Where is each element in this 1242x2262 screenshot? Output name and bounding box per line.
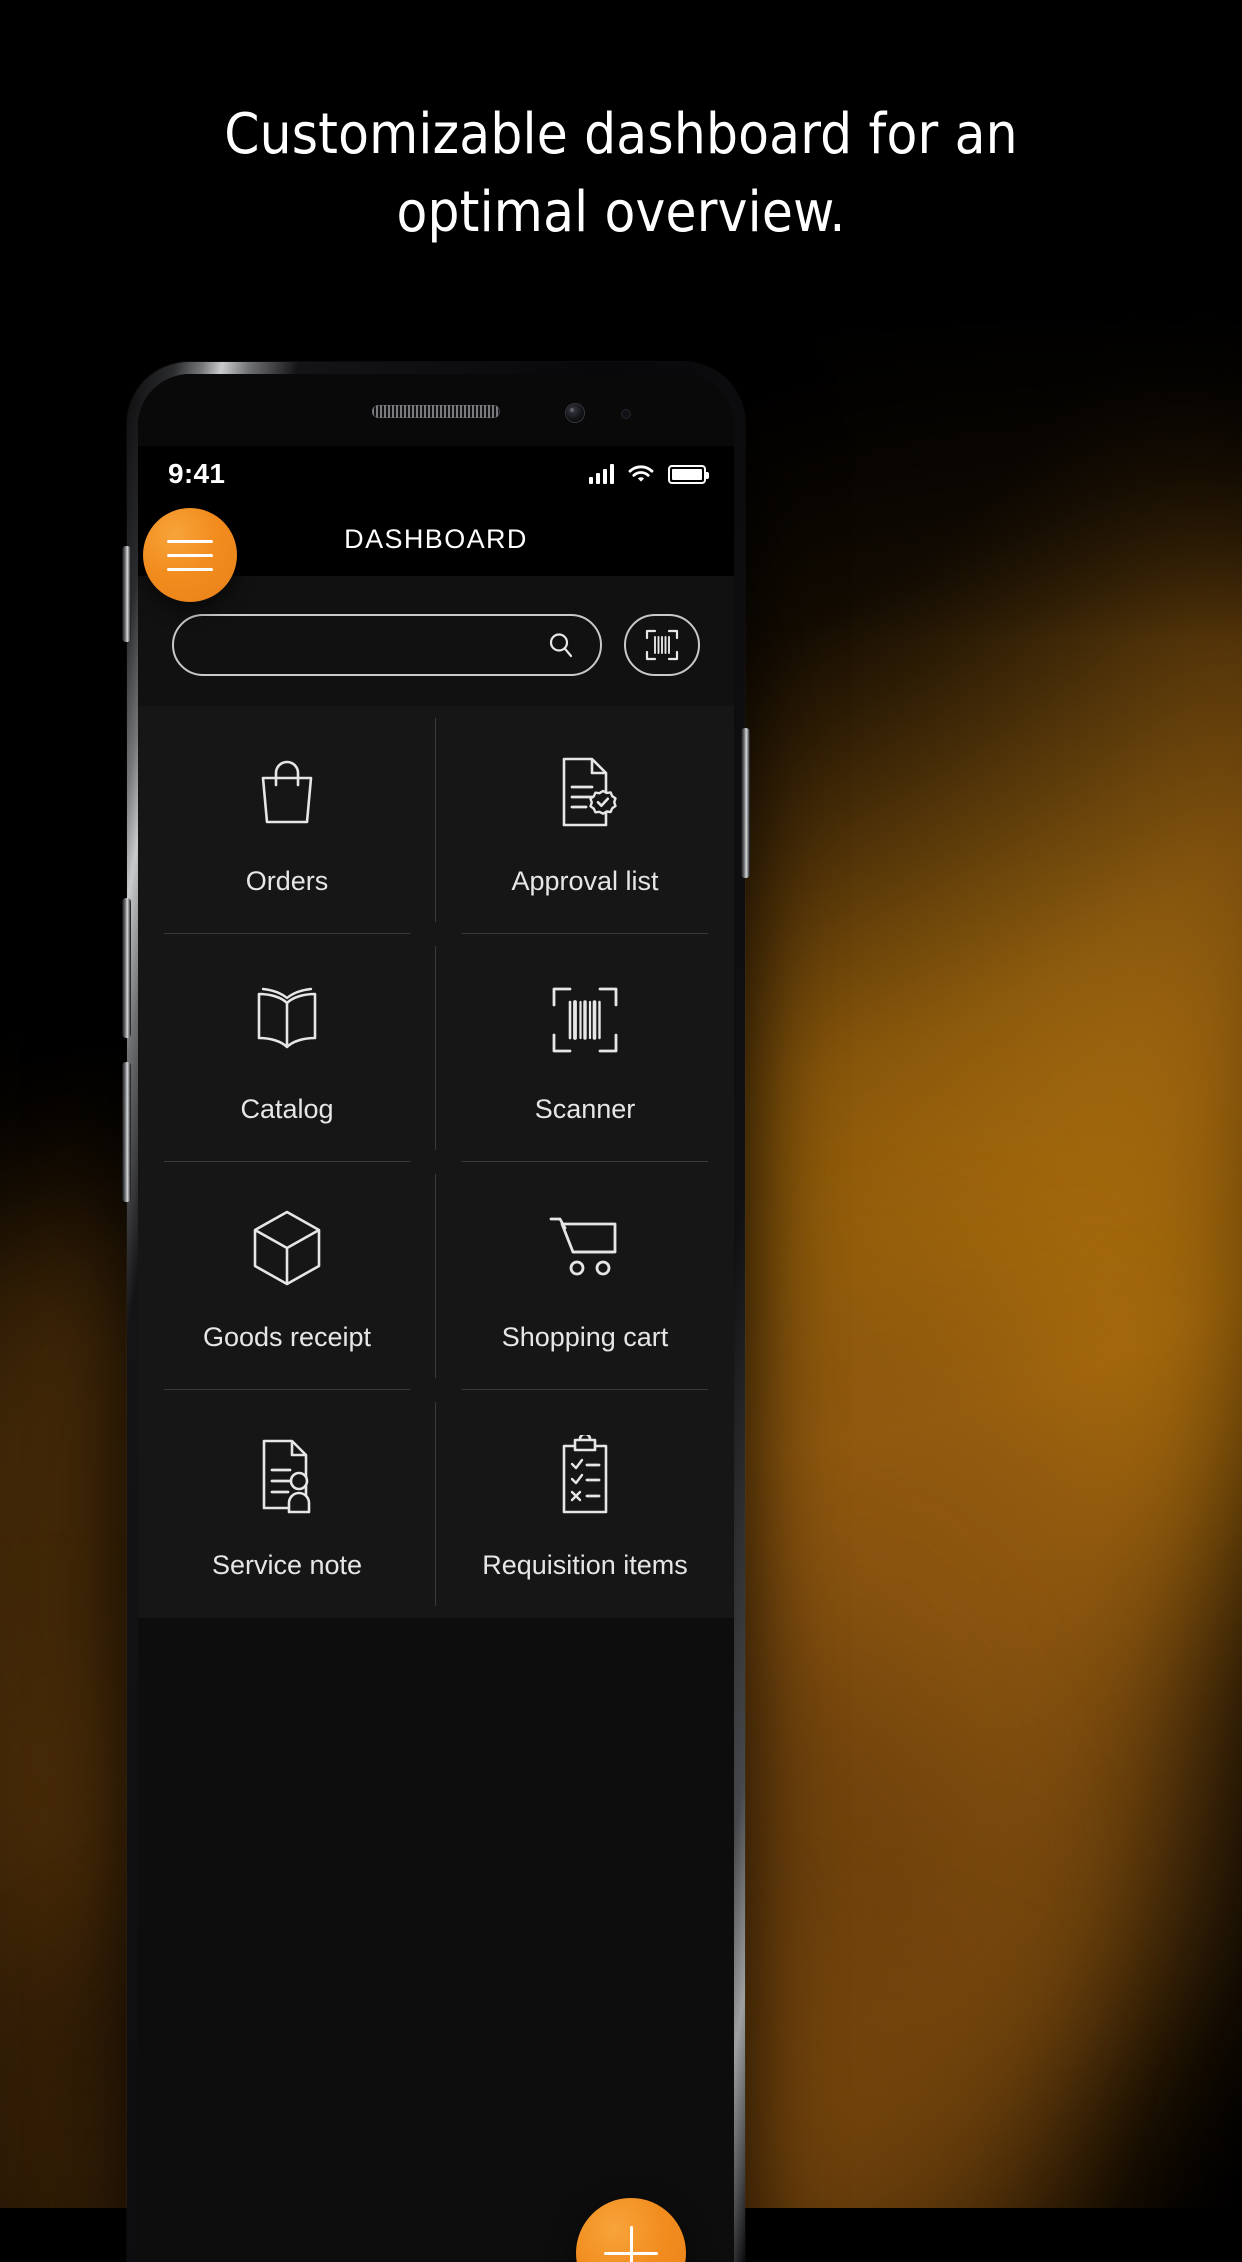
tile-label: Requisition items [482, 1549, 688, 1580]
tile-requisition-items[interactable]: Requisition items [436, 1390, 734, 1618]
phone-button-left-top[interactable] [122, 546, 131, 642]
tile-goods-receipt[interactable]: Goods receipt [138, 1162, 436, 1390]
search-input[interactable] [202, 630, 546, 660]
headline-line-1: Customizable dashboard for an [224, 102, 1018, 167]
phone-button-volume-down[interactable] [122, 1062, 131, 1202]
phone-mockup: 9:41 DASHBOARD Orders Approval list Cata… [122, 362, 750, 2262]
phone-button-power[interactable] [741, 728, 750, 878]
tile-label: Orders [245, 865, 329, 896]
tile-label: Approval list [511, 865, 659, 896]
phone-top-bezel [138, 374, 734, 446]
tile-label: Catalog [240, 1093, 334, 1124]
page-title: DASHBOARD [344, 523, 528, 554]
tile-catalog[interactable]: Catalog [138, 934, 436, 1162]
headline-line-2: optimal overview. [396, 180, 846, 245]
dashboard-tile-grid: Orders Approval list Catalog Scanner Goo… [138, 706, 734, 1618]
earpiece-speaker-icon [372, 405, 500, 418]
app-bar: DASHBOARD [138, 502, 734, 602]
proximity-sensor-icon [622, 410, 630, 418]
hamburger-menu-icon[interactable] [143, 508, 237, 602]
tile-scanner[interactable]: Scanner [436, 934, 734, 1162]
phone-button-volume-up[interactable] [122, 898, 131, 1038]
clipboard-checklist-icon [549, 1428, 621, 1524]
tile-shopping-cart[interactable]: Shopping cart [436, 1162, 734, 1390]
status-bar: 9:41 [138, 446, 734, 502]
search-row [138, 576, 734, 706]
shopping-cart-icon [545, 1200, 625, 1296]
tile-label: Service note [211, 1549, 363, 1580]
wifi-icon [628, 464, 654, 484]
status-bar-clock: 9:41 [168, 458, 226, 489]
barcode-scan-icon [645, 629, 679, 661]
barcode-scan-button[interactable] [624, 614, 700, 676]
battery-icon [668, 465, 709, 484]
tile-orders[interactable]: Orders [138, 706, 436, 934]
shopping-bag-icon [252, 744, 322, 840]
cube-box-icon [249, 1200, 325, 1296]
open-book-icon [247, 972, 327, 1068]
tile-label: Shopping cart [501, 1321, 669, 1352]
signal-icon [589, 464, 614, 484]
front-camera-icon [566, 404, 584, 422]
promo-headline: Customizable dashboard for an optimal ov… [0, 96, 1242, 252]
tile-label: Goods receipt [202, 1321, 372, 1352]
tile-label: Scanner [534, 1093, 636, 1124]
search-field[interactable] [172, 614, 602, 676]
search-icon[interactable] [546, 630, 576, 660]
barcode-icon [548, 972, 622, 1068]
tile-service-note[interactable]: Service note [138, 1390, 436, 1618]
tile-approval-list[interactable]: Approval list [436, 706, 734, 934]
phone-screen: 9:41 DASHBOARD Orders Approval list Cata… [138, 446, 734, 2262]
document-person-icon [250, 1428, 324, 1524]
document-approved-icon [548, 744, 622, 840]
